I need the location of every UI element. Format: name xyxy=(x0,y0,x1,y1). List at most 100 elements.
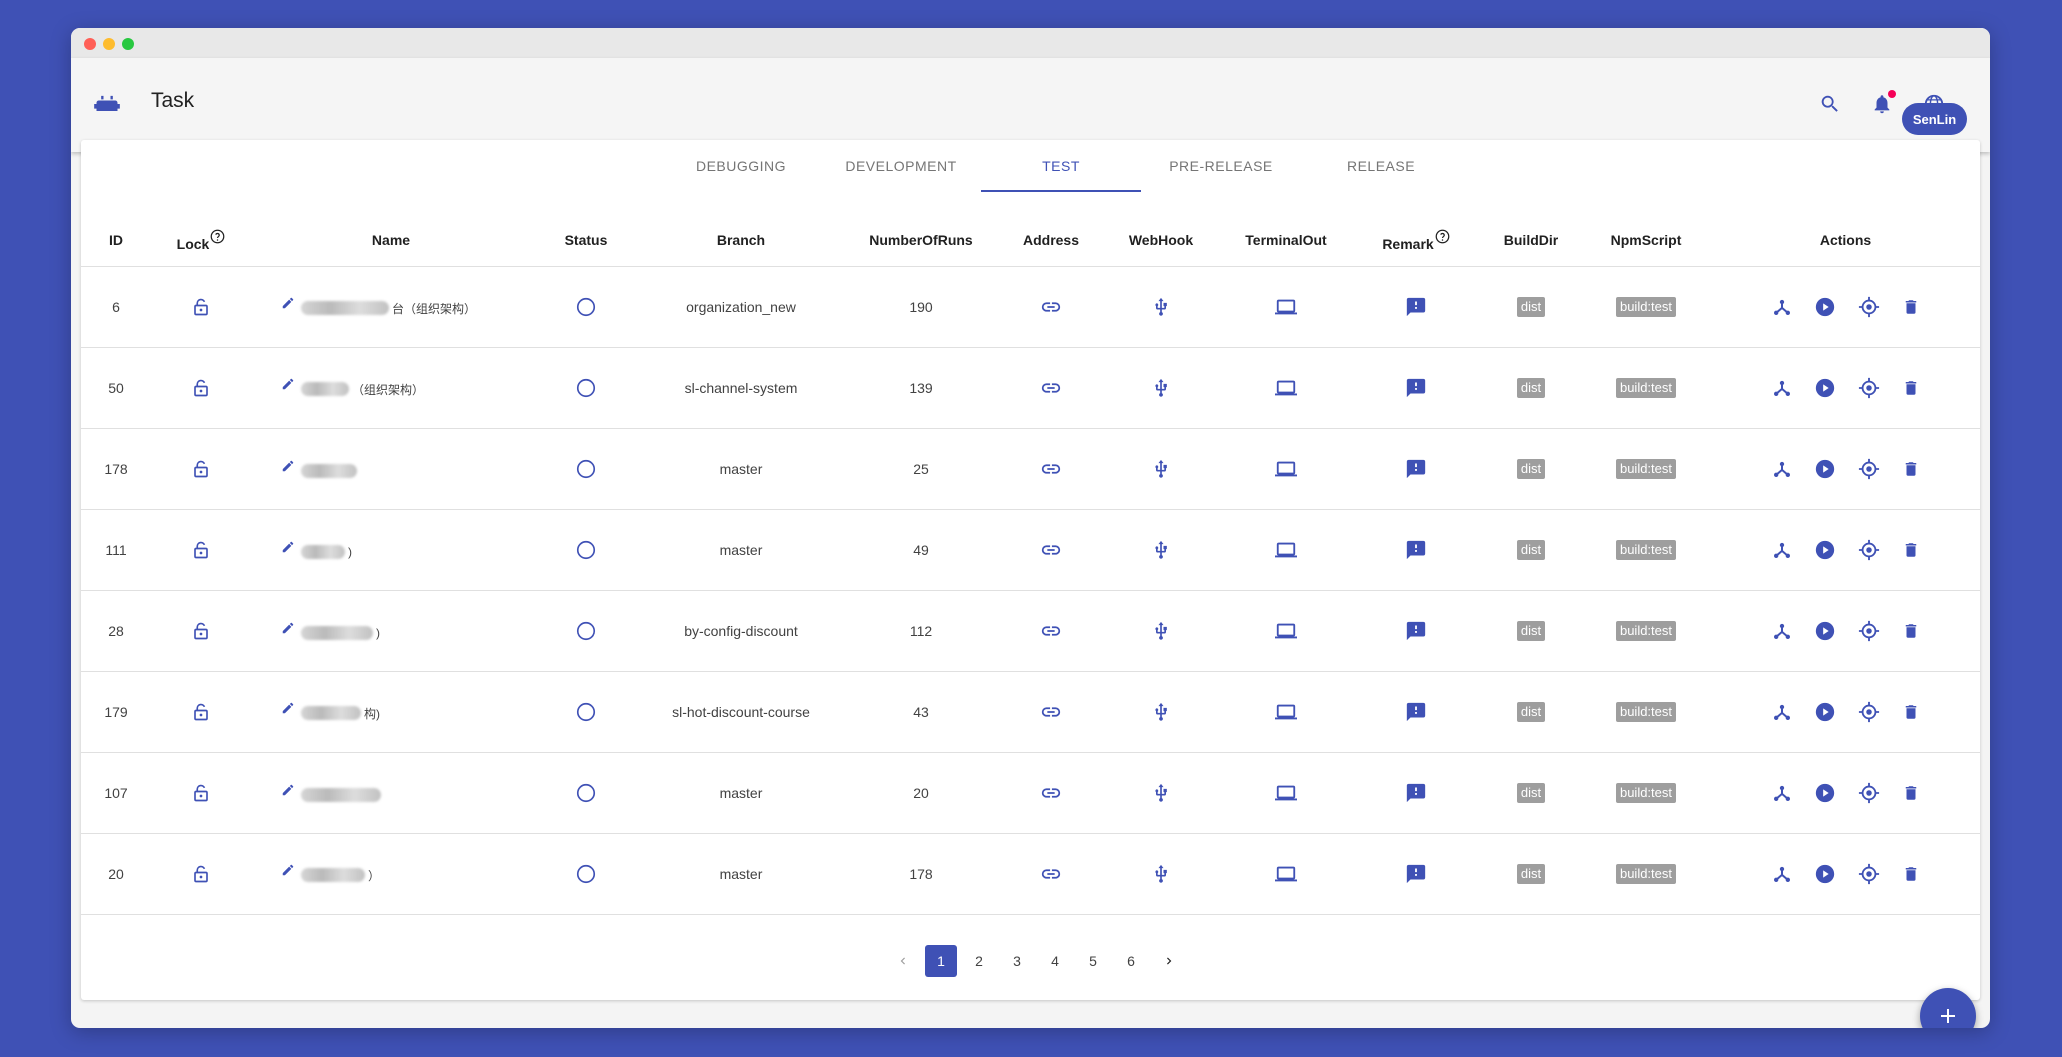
maximize-window-button[interactable] xyxy=(122,38,134,50)
delete-icon[interactable] xyxy=(1902,783,1920,803)
lock-icon[interactable] xyxy=(192,702,210,722)
tab-test[interactable]: TEST xyxy=(981,142,1141,192)
help-icon[interactable] xyxy=(1435,229,1450,247)
feedback-icon[interactable] xyxy=(1405,539,1427,561)
merge-branch-icon[interactable] xyxy=(1772,783,1792,803)
link-icon[interactable] xyxy=(1040,620,1062,642)
page-button[interactable]: 6 xyxy=(1115,945,1147,977)
locate-icon[interactable] xyxy=(1858,458,1880,480)
usb-icon[interactable] xyxy=(1151,296,1171,318)
feedback-icon[interactable] xyxy=(1405,863,1427,885)
feedback-icon[interactable] xyxy=(1405,782,1427,804)
page-button[interactable]: 2 xyxy=(963,945,995,977)
merge-branch-icon[interactable] xyxy=(1772,297,1792,317)
edit-icon[interactable] xyxy=(281,784,301,797)
feedback-icon[interactable] xyxy=(1405,701,1427,723)
edit-icon[interactable] xyxy=(281,622,301,635)
page-button[interactable]: 5 xyxy=(1077,945,1109,977)
run-icon[interactable] xyxy=(1814,701,1836,723)
usb-icon[interactable] xyxy=(1151,620,1171,642)
lock-icon[interactable] xyxy=(192,378,210,398)
delete-icon[interactable] xyxy=(1902,540,1920,560)
link-icon[interactable] xyxy=(1040,377,1062,399)
laptop-icon[interactable] xyxy=(1274,701,1298,723)
usb-icon[interactable] xyxy=(1151,458,1171,480)
run-icon[interactable] xyxy=(1814,377,1836,399)
tab-debugging[interactable]: DEBUGGING xyxy=(661,142,821,190)
run-icon[interactable] xyxy=(1814,458,1836,480)
laptop-icon[interactable] xyxy=(1274,458,1298,480)
run-icon[interactable] xyxy=(1814,539,1836,561)
page-button[interactable]: 3 xyxy=(1001,945,1033,977)
usb-icon[interactable] xyxy=(1151,863,1171,885)
edit-icon[interactable] xyxy=(281,460,301,473)
lock-icon[interactable] xyxy=(192,459,210,479)
laptop-icon[interactable] xyxy=(1274,296,1298,318)
feedback-icon[interactable] xyxy=(1405,377,1427,399)
lock-icon[interactable] xyxy=(192,864,210,884)
minimize-window-button[interactable] xyxy=(103,38,115,50)
lock-icon[interactable] xyxy=(192,297,210,317)
edit-icon[interactable] xyxy=(281,865,301,877)
user-menu-button[interactable]: SenLin xyxy=(1902,103,1967,135)
feedback-icon[interactable] xyxy=(1405,296,1427,318)
locate-icon[interactable] xyxy=(1858,377,1880,399)
run-icon[interactable] xyxy=(1814,863,1836,885)
page-button[interactable]: 1 xyxy=(925,945,957,977)
feedback-icon[interactable] xyxy=(1405,458,1427,480)
link-icon[interactable] xyxy=(1040,539,1062,561)
link-icon[interactable] xyxy=(1040,782,1062,804)
tab-release[interactable]: RELEASE xyxy=(1301,142,1461,190)
locate-icon[interactable] xyxy=(1858,782,1880,804)
locate-icon[interactable] xyxy=(1858,863,1880,885)
laptop-icon[interactable] xyxy=(1274,620,1298,642)
lock-icon[interactable] xyxy=(192,621,210,641)
merge-branch-icon[interactable] xyxy=(1772,459,1792,479)
edit-icon[interactable] xyxy=(281,379,301,391)
merge-branch-icon[interactable] xyxy=(1772,378,1792,398)
merge-branch-icon[interactable] xyxy=(1772,864,1792,884)
locate-icon[interactable] xyxy=(1858,701,1880,723)
usb-icon[interactable] xyxy=(1151,701,1171,723)
delete-icon[interactable] xyxy=(1902,621,1920,641)
prev-page-icon[interactable] xyxy=(887,945,919,977)
merge-branch-icon[interactable] xyxy=(1772,621,1792,641)
locate-icon[interactable] xyxy=(1858,296,1880,318)
locate-icon[interactable] xyxy=(1858,539,1880,561)
help-icon[interactable] xyxy=(210,229,225,247)
tab-pre-release[interactable]: PRE-RELEASE xyxy=(1141,142,1301,190)
close-window-button[interactable] xyxy=(84,38,96,50)
run-icon[interactable] xyxy=(1814,620,1836,642)
link-icon[interactable] xyxy=(1040,863,1062,885)
delete-icon[interactable] xyxy=(1902,459,1920,479)
delete-icon[interactable] xyxy=(1902,864,1920,884)
page-button[interactable]: 4 xyxy=(1039,945,1071,977)
notifications-icon[interactable] xyxy=(1867,89,1897,119)
next-page-icon[interactable] xyxy=(1153,945,1185,977)
feedback-icon[interactable] xyxy=(1405,620,1427,642)
link-icon[interactable] xyxy=(1040,458,1062,480)
edit-icon[interactable] xyxy=(281,703,301,715)
tab-development[interactable]: DEVELOPMENT xyxy=(821,142,981,190)
run-icon[interactable] xyxy=(1814,782,1836,804)
delete-icon[interactable] xyxy=(1902,702,1920,722)
laptop-icon[interactable] xyxy=(1274,539,1298,561)
lock-icon[interactable] xyxy=(192,783,210,803)
laptop-icon[interactable] xyxy=(1274,863,1298,885)
merge-branch-icon[interactable] xyxy=(1772,540,1792,560)
usb-icon[interactable] xyxy=(1151,539,1171,561)
search-icon[interactable] xyxy=(1815,89,1845,119)
link-icon[interactable] xyxy=(1040,296,1062,318)
laptop-icon[interactable] xyxy=(1274,782,1298,804)
usb-icon[interactable] xyxy=(1151,377,1171,399)
link-icon[interactable] xyxy=(1040,701,1062,723)
delete-icon[interactable] xyxy=(1902,378,1920,398)
edit-icon[interactable] xyxy=(281,298,301,310)
locate-icon[interactable] xyxy=(1858,620,1880,642)
delete-icon[interactable] xyxy=(1902,297,1920,317)
usb-icon[interactable] xyxy=(1151,782,1171,804)
edit-icon[interactable] xyxy=(281,541,301,554)
run-icon[interactable] xyxy=(1814,296,1836,318)
laptop-icon[interactable] xyxy=(1274,377,1298,399)
lock-icon[interactable] xyxy=(192,540,210,560)
